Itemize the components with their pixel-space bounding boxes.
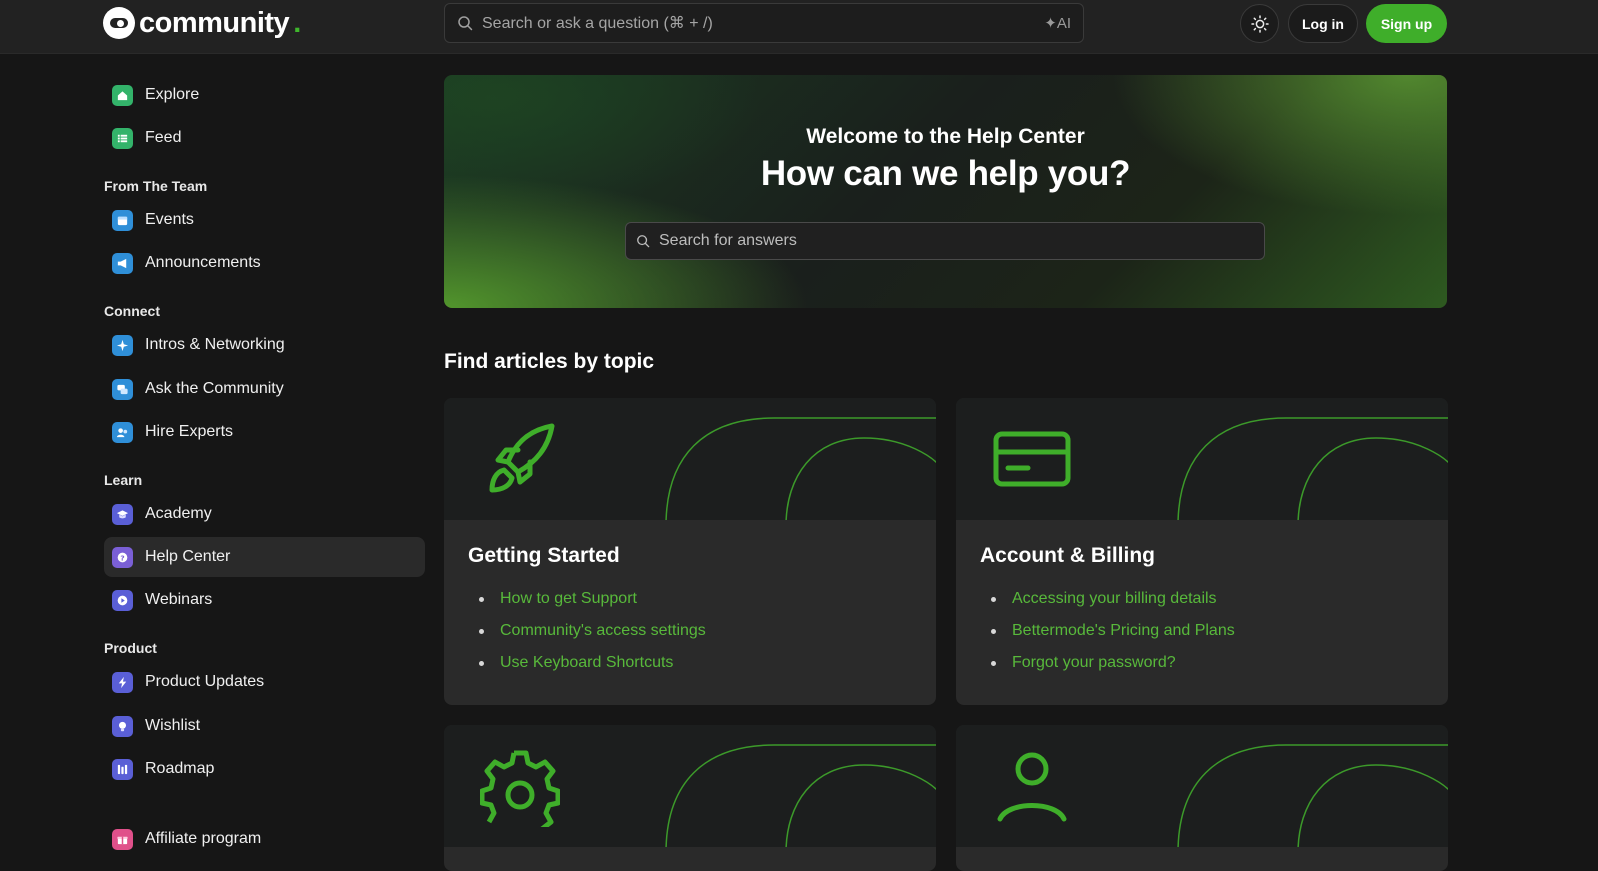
logo-text: community [139, 6, 290, 39]
decorative-arcs [1177, 417, 1448, 520]
logo-mark-icon [103, 7, 135, 39]
search-icon [458, 16, 473, 31]
megaphone-icon [112, 252, 133, 274]
help-center-hero: Welcome to the Help Center How can we he… [444, 75, 1447, 308]
sidebar-item-feed[interactable]: Feed [104, 118, 425, 158]
users-icon [112, 421, 133, 443]
sidebar-item-label: Explore [145, 86, 200, 103]
article-link[interactable]: Forgot your password? [991, 653, 1235, 685]
sidebar-item-label: Feed [145, 129, 182, 146]
theme-toggle-button[interactable] [1240, 4, 1279, 43]
sidebar-item-affiliate-program[interactable]: Affiliate program [104, 819, 425, 859]
top-bar: community. Search or ask a question (⌘ +… [0, 0, 1598, 54]
sidebar-item-label: Affiliate program [145, 830, 262, 847]
chat-icon [112, 378, 133, 400]
svg-text:?: ? [120, 553, 124, 562]
decorative-arcs [665, 744, 936, 847]
login-button[interactable]: Log in [1288, 4, 1358, 43]
gift-icon [112, 828, 133, 850]
hero-subtitle: Welcome to the Help Center [806, 125, 1085, 148]
sidebar-item-hire-experts[interactable]: Hire Experts [104, 412, 425, 452]
list-icon [112, 127, 133, 149]
topics-section-title: Find articles by topic [444, 350, 655, 373]
sidebar-item-label: Ask the Community [145, 380, 284, 397]
sidebar-item-label: Help Center [145, 548, 231, 565]
card-banner [956, 725, 1448, 847]
sidebar-item-label: Wishlist [145, 717, 201, 734]
sidebar-item-label: Events [145, 211, 194, 228]
lightbulb-icon [112, 715, 133, 737]
sidebar: Explore Feed From The Team Events Announ… [0, 54, 430, 871]
signup-button[interactable]: Sign up [1366, 4, 1447, 43]
card-banner [444, 725, 936, 847]
sidebar-heading: Learn [104, 472, 143, 488]
topic-card-getting-started[interactable]: Getting Started How to get Support Commu… [444, 398, 936, 705]
decorative-arcs [665, 417, 936, 520]
sidebar-item-label: Webinars [145, 591, 213, 608]
sidebar-item-product-updates[interactable]: Product Updates [104, 662, 425, 702]
lightning-icon [112, 671, 133, 693]
help-search-input[interactable]: Search for answers [625, 222, 1265, 260]
card-link-list: How to get Support Community's access se… [479, 589, 706, 685]
hero-title: How can we help you? [760, 154, 1131, 193]
help-search-placeholder: Search for answers [659, 232, 797, 249]
card-banner [956, 398, 1448, 520]
calendar-icon [112, 209, 133, 231]
question-icon: ? [112, 546, 133, 568]
article-link[interactable]: How to get Support [479, 589, 706, 621]
sun-icon [1250, 14, 1269, 33]
article-link[interactable]: Use Keyboard Shortcuts [479, 653, 706, 685]
topic-card-settings[interactable] [444, 725, 936, 871]
article-link[interactable]: Bettermode's Pricing and Plans [991, 621, 1235, 653]
rocket-icon [489, 423, 555, 493]
sidebar-item-explore[interactable]: Explore [104, 75, 425, 115]
credit-card-icon [993, 431, 1071, 487]
card-link-list: Accessing your billing details Bettermod… [991, 589, 1235, 685]
topic-card-account-billing[interactable]: Account & Billing Accessing your billing… [956, 398, 1448, 705]
article-link[interactable]: Accessing your billing details [991, 589, 1235, 621]
card-title: Getting Started [468, 544, 620, 567]
global-search-input[interactable]: Search or ask a question (⌘ + /) ✦AI [444, 3, 1084, 43]
sidebar-item-webinars[interactable]: Webinars [104, 580, 425, 620]
card-banner [444, 398, 936, 520]
sidebar-item-wishlist[interactable]: Wishlist [104, 706, 425, 746]
search-placeholder: Search or ask a question (⌘ + /) [482, 15, 713, 32]
decorative-arcs [1177, 744, 1448, 847]
columns-icon [112, 758, 133, 780]
home-icon [112, 84, 133, 106]
sidebar-item-label: Hire Experts [145, 423, 234, 440]
sidebar-item-roadmap[interactable]: Roadmap [104, 749, 425, 789]
search-icon [637, 235, 650, 248]
logo[interactable]: community. [103, 7, 301, 39]
sidebar-item-label: Roadmap [145, 760, 215, 777]
sidebar-item-events[interactable]: Events [104, 200, 425, 240]
sidebar-item-academy[interactable]: Academy [104, 494, 425, 534]
sidebar-heading: Product [104, 640, 157, 656]
sidebar-item-label: Announcements [145, 254, 261, 271]
article-link[interactable]: Community's access settings [479, 621, 706, 653]
topic-card-profile[interactable] [956, 725, 1448, 871]
sidebar-item-help-center[interactable]: ? Help Center [104, 537, 425, 577]
play-icon [112, 589, 133, 611]
sidebar-item-label: Academy [145, 505, 212, 522]
sparkle-icon [112, 334, 133, 356]
user-icon [997, 752, 1067, 822]
logo-dot: . [293, 6, 302, 39]
graduation-cap-icon [112, 503, 133, 525]
gear-icon [480, 750, 560, 827]
card-title: Account & Billing [980, 544, 1155, 567]
sidebar-item-label: Intros & Networking [145, 336, 285, 353]
ai-search-button[interactable]: ✦AI [1044, 14, 1071, 32]
sidebar-heading: From The Team [104, 178, 208, 194]
sidebar-heading: Connect [104, 303, 160, 319]
sidebar-item-intros-networking[interactable]: Intros & Networking [104, 325, 425, 365]
sidebar-item-ask-the-community[interactable]: Ask the Community [104, 369, 425, 409]
sidebar-item-label: Product Updates [145, 673, 265, 690]
sidebar-item-announcements[interactable]: Announcements [104, 243, 425, 283]
